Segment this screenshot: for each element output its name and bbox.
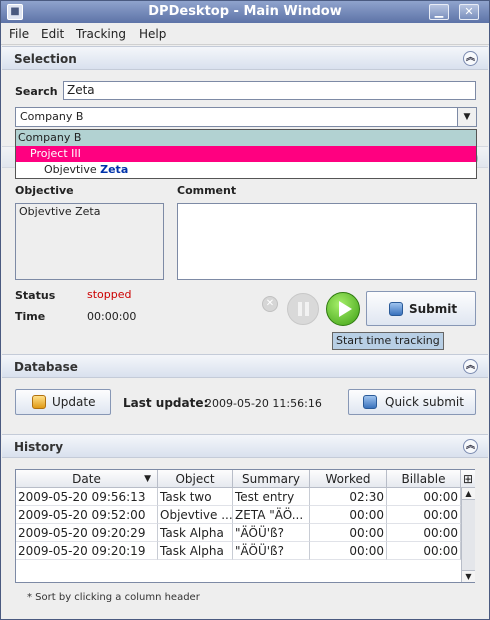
window-title: DPDesktop - Main Window xyxy=(148,4,342,19)
search-label: Search xyxy=(15,85,58,98)
menu-tracking[interactable]: Tracking xyxy=(76,27,126,41)
selection-title: Selection xyxy=(14,52,77,66)
scroll-down-icon[interactable]: ▼ xyxy=(462,570,475,582)
dropdown-item-objective[interactable]: Objevtive Zeta xyxy=(16,162,476,178)
database-header[interactable]: Database ︽ xyxy=(2,354,488,378)
submit-icon xyxy=(363,395,377,409)
collapse-icon[interactable]: ︽ xyxy=(463,439,478,454)
time-value: 00:00:00 xyxy=(87,310,137,323)
database-title: Database xyxy=(14,360,78,374)
pause-icon[interactable] xyxy=(287,293,319,325)
objective-prefix: Objevtive xyxy=(44,163,101,176)
status-value: stopped xyxy=(87,288,132,301)
close-button[interactable]: ✕ xyxy=(459,4,479,20)
objective-highlight: Zeta xyxy=(100,163,129,176)
chevron-down-icon[interactable]: ▼ xyxy=(457,108,476,126)
combo-value: Company B xyxy=(20,110,84,123)
history-header[interactable]: History ︽ xyxy=(2,434,488,458)
update-label: Update xyxy=(52,395,96,409)
collapse-icon[interactable]: ︽ xyxy=(463,51,478,66)
sort-desc-icon: ▼ xyxy=(144,474,151,484)
last-update-value: 2009-05-20 11:56:16 xyxy=(205,397,322,410)
menu-bar: File Edit Tracking Help xyxy=(1,23,489,45)
objective-label: Objective xyxy=(15,184,74,197)
column-header-date[interactable]: Date ▼ xyxy=(16,470,158,488)
dropdown-item-project[interactable]: Project III xyxy=(16,146,476,162)
dropdown-list[interactable]: Company B Project III Objevtive Zeta xyxy=(15,129,477,179)
sort-hint: * Sort by clicking a column header xyxy=(27,592,200,603)
stop-icon[interactable]: ✕ xyxy=(262,296,278,312)
search-input[interactable]: Zeta xyxy=(63,81,476,100)
comment-label: Comment xyxy=(177,184,237,197)
scroll-up-icon[interactable]: ▲ xyxy=(462,488,475,500)
column-chooser-icon[interactable]: ⊞ xyxy=(461,470,475,488)
column-header-worked[interactable]: Worked xyxy=(310,470,387,488)
submit-button[interactable]: Submit xyxy=(366,291,476,326)
quick-submit-button[interactable]: Quick submit xyxy=(348,389,476,415)
objective-field: Objevtive Zeta xyxy=(15,203,164,280)
submit-icon xyxy=(389,302,403,316)
menu-file[interactable]: File xyxy=(9,27,29,41)
history-table[interactable]: Date ▼ Object Summary Worked Billable ⊞ … xyxy=(15,469,475,583)
comment-field[interactable] xyxy=(177,203,477,280)
history-title: History xyxy=(14,440,64,454)
app-icon[interactable]: ■ xyxy=(7,4,23,20)
submit-label: Submit xyxy=(409,302,458,316)
play-icon[interactable] xyxy=(326,292,360,326)
menu-help[interactable]: Help xyxy=(139,27,166,41)
time-label: Time xyxy=(15,310,46,323)
minimize-button[interactable]: ▁ xyxy=(429,4,449,20)
quick-submit-label: Quick submit xyxy=(385,395,464,409)
vertical-scrollbar[interactable]: ▲ ▼ xyxy=(461,488,475,582)
status-label: Status xyxy=(15,289,56,302)
selection-header[interactable]: Selection ︽ xyxy=(2,46,488,70)
dropdown-item-company[interactable]: Company B xyxy=(16,130,476,146)
company-combo[interactable]: Company B ▼ xyxy=(15,107,477,127)
column-header-summary[interactable]: Summary xyxy=(233,470,310,488)
refresh-icon xyxy=(32,395,46,409)
tooltip: Start time tracking xyxy=(332,332,444,350)
menu-edit[interactable]: Edit xyxy=(41,27,64,41)
last-update-label: Last update: xyxy=(123,396,209,410)
column-header-billable[interactable]: Billable xyxy=(387,470,461,488)
update-button[interactable]: Update xyxy=(15,389,111,415)
column-header-object[interactable]: Object xyxy=(158,470,233,488)
title-bar[interactable]: ■ DPDesktop - Main Window ▁ ✕ xyxy=(1,1,489,23)
main-window: ■ DPDesktop - Main Window ▁ ✕ File Edit … xyxy=(0,0,490,620)
collapse-icon[interactable]: ︽ xyxy=(463,359,478,374)
